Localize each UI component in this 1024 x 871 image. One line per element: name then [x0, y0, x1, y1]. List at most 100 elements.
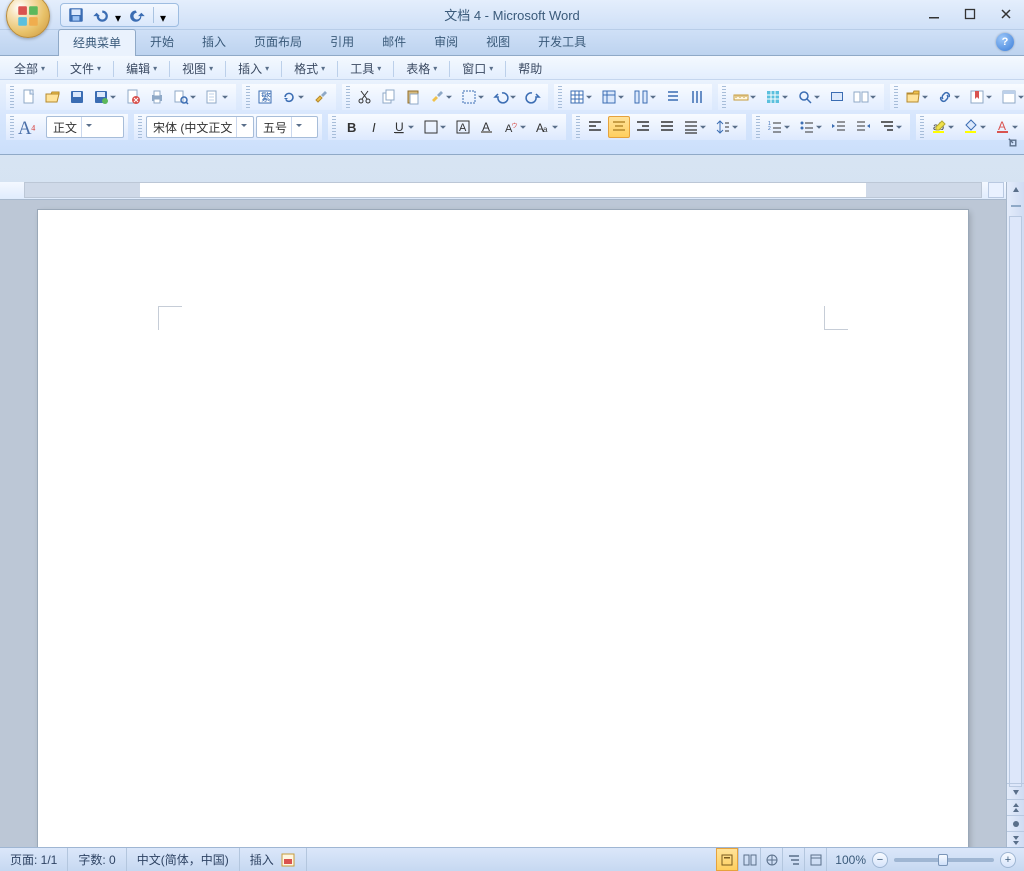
document-area[interactable]: [0, 200, 1006, 847]
paste-button[interactable]: [402, 86, 424, 108]
qat-save-button[interactable]: [67, 6, 85, 24]
highlight-button[interactable]: ab: [928, 116, 958, 138]
chinese-tool-button[interactable]: 繁: [254, 86, 276, 108]
view-outline[interactable]: [782, 848, 804, 871]
zoom-button[interactable]: [794, 86, 824, 108]
page-indicator[interactable]: 页面: 1/1: [0, 848, 68, 871]
group-handle[interactable]: [756, 116, 760, 138]
group-handle[interactable]: [138, 116, 142, 138]
split-handle[interactable]: [1007, 198, 1024, 214]
view-print-layout[interactable]: [716, 848, 738, 871]
group-handle[interactable]: [346, 86, 350, 108]
group-handle[interactable]: [722, 86, 726, 108]
tab-home[interactable]: 开始: [136, 29, 188, 55]
indent-dec-button[interactable]: [828, 116, 850, 138]
brush-button[interactable]: [310, 86, 332, 108]
qat-customize-dropdown[interactable]: ▾: [160, 11, 168, 19]
menu-all[interactable]: 全部▾: [8, 58, 51, 79]
header-button[interactable]: [998, 86, 1024, 108]
reading-button[interactable]: [850, 86, 880, 108]
print-button[interactable]: [146, 86, 168, 108]
ruler-button[interactable]: [730, 86, 760, 108]
qat-redo-button[interactable]: [129, 6, 147, 24]
scroll-down-button[interactable]: [1007, 783, 1024, 799]
horizontal-ruler[interactable]: [0, 182, 1006, 200]
group-handle[interactable]: [920, 116, 924, 138]
align-left-button[interactable]: [584, 116, 606, 138]
font-combo[interactable]: 宋体 (中文正文: [146, 116, 254, 138]
page-setup-button[interactable]: [202, 86, 232, 108]
zoom-slider[interactable]: [894, 858, 994, 862]
tab-insert[interactable]: 插入: [188, 29, 240, 55]
align-right-button[interactable]: [632, 116, 654, 138]
menu-file[interactable]: 文件▾: [64, 58, 107, 79]
shading-button[interactable]: [960, 116, 990, 138]
save-as-button[interactable]: [90, 86, 120, 108]
style-dropdown[interactable]: [81, 117, 95, 137]
language-indicator[interactable]: 中文(简体，中国): [127, 848, 240, 871]
insert-mode[interactable]: 插入: [240, 848, 307, 871]
tab-classic-menu[interactable]: 经典菜单: [58, 29, 136, 56]
tab-developer[interactable]: 开发工具: [524, 29, 600, 55]
gridlines-button[interactable]: [762, 86, 792, 108]
ribbon-minimize[interactable]: [1006, 136, 1020, 150]
align-center-button[interactable]: [608, 116, 630, 138]
format-painter-button[interactable]: [426, 86, 456, 108]
group-handle[interactable]: [332, 116, 336, 138]
menu-edit[interactable]: 编辑▾: [120, 58, 163, 79]
underline-button[interactable]: U: [388, 116, 418, 138]
columns-button[interactable]: [630, 86, 660, 108]
size-dropdown[interactable]: [291, 117, 305, 137]
char-emphasis-button[interactable]: A: [476, 116, 498, 138]
tab-review[interactable]: 审阅: [420, 29, 472, 55]
bold-button[interactable]: B: [340, 116, 362, 138]
menu-help[interactable]: 帮助: [512, 58, 548, 79]
word-count[interactable]: 字数: 0: [68, 848, 126, 871]
phonetic-button[interactable]: Aゥ: [500, 116, 530, 138]
numbering-button[interactable]: 12: [764, 116, 794, 138]
minimize-button[interactable]: [922, 4, 946, 24]
menu-tools[interactable]: 工具▾: [344, 58, 387, 79]
close-button[interactable]: [994, 4, 1018, 24]
tab-mailings[interactable]: 邮件: [368, 29, 420, 55]
indent-inc-button[interactable]: [852, 116, 874, 138]
help-button[interactable]: ?: [996, 33, 1014, 51]
copy-button[interactable]: [378, 86, 400, 108]
cut-button[interactable]: [354, 86, 376, 108]
table-tools-button[interactable]: [598, 86, 628, 108]
group-handle[interactable]: [10, 86, 14, 108]
char-shade-button[interactable]: A: [452, 116, 474, 138]
menu-format[interactable]: 格式▾: [288, 58, 331, 79]
size-combo[interactable]: 五号: [256, 116, 318, 138]
group-handle[interactable]: [10, 116, 14, 138]
full-screen-button[interactable]: [826, 86, 848, 108]
justify-button[interactable]: [656, 116, 678, 138]
group-handle[interactable]: [894, 86, 898, 108]
text-direction-button[interactable]: [662, 86, 684, 108]
font-dropdown[interactable]: [236, 117, 250, 137]
table-button[interactable]: [566, 86, 596, 108]
ruler-toggle[interactable]: [988, 182, 1004, 198]
text-direction2-button[interactable]: [686, 86, 708, 108]
scroll-track[interactable]: [1009, 216, 1022, 787]
next-page-button[interactable]: [1007, 831, 1024, 847]
hyperlink-button[interactable]: [934, 86, 964, 108]
zoom-out-button[interactable]: −: [872, 852, 888, 868]
menu-table[interactable]: 表格▾: [400, 58, 443, 79]
group-handle[interactable]: [246, 86, 250, 108]
border-button[interactable]: [420, 116, 450, 138]
tab-references[interactable]: 引用: [316, 29, 368, 55]
bookmark-button[interactable]: [966, 86, 996, 108]
select-all-button[interactable]: [458, 86, 488, 108]
line-space-button[interactable]: [712, 116, 742, 138]
repeat-button[interactable]: [278, 86, 308, 108]
page[interactable]: [38, 210, 968, 847]
zoom-thumb[interactable]: [938, 854, 948, 866]
bullets-button[interactable]: [796, 116, 826, 138]
menu-window[interactable]: 窗口▾: [456, 58, 499, 79]
menu-view[interactable]: 视图▾: [176, 58, 219, 79]
open-button[interactable]: [42, 86, 64, 108]
menu-insert[interactable]: 插入▾: [232, 58, 275, 79]
italic-button[interactable]: I: [364, 116, 386, 138]
group-handle[interactable]: [558, 86, 562, 108]
